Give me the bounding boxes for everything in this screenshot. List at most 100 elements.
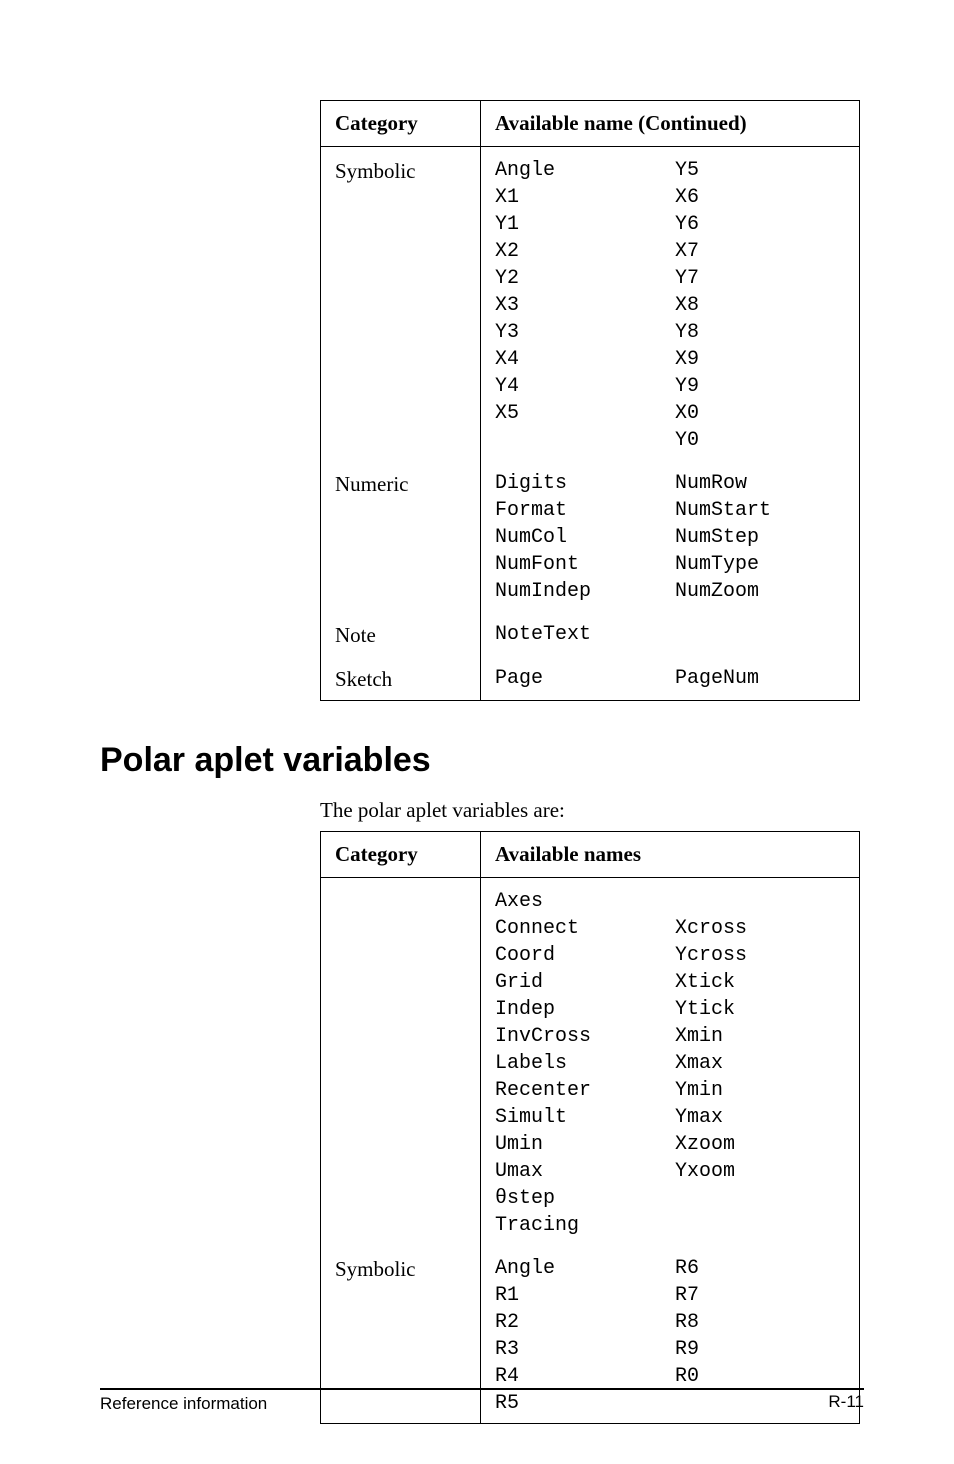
variable-name: X2: [495, 238, 675, 265]
variable-name: X0: [675, 400, 845, 427]
variable-name: X1: [495, 184, 675, 211]
names-column-1: NoteText: [495, 621, 675, 648]
names-column-2: [675, 621, 845, 648]
section-heading: Polar aplet variables: [100, 741, 864, 780]
category-cell: Symbolic: [321, 147, 481, 461]
table-row: Note NoteText: [321, 611, 860, 655]
variable-name: PageNum: [675, 665, 845, 692]
table2-header-names: Available names: [481, 831, 860, 877]
variable-name: R9: [675, 1336, 845, 1363]
variable-name: Y4: [495, 373, 675, 400]
names-column-1: AxesConnectCoordGridIndepInvCrossLabelsR…: [495, 888, 675, 1239]
variable-name: R0: [675, 1363, 845, 1390]
variable-name: Recenter: [495, 1077, 675, 1104]
variable-name: Simult: [495, 1104, 675, 1131]
variable-name: Format: [495, 497, 675, 524]
variable-name: R7: [675, 1282, 845, 1309]
variable-name: Y8: [675, 319, 845, 346]
variable-name: θstep: [495, 1185, 675, 1212]
variable-name: Xzoom: [675, 1131, 845, 1158]
variable-name: NumIndep: [495, 578, 675, 605]
variable-name: Umax: [495, 1158, 675, 1185]
variable-name: Axes: [495, 888, 675, 915]
names-cell: DigitsFormatNumColNumFontNumIndepNumRowN…: [481, 460, 860, 611]
table1-header-names: Available name (Continued): [481, 101, 860, 147]
variable-name: Digits: [495, 470, 675, 497]
variable-name: X7: [675, 238, 845, 265]
variable-name: R1: [495, 1282, 675, 1309]
names-column-1: DigitsFormatNumColNumFontNumIndep: [495, 470, 675, 605]
variable-name: NumFont: [495, 551, 675, 578]
variable-name: X3: [495, 292, 675, 319]
variable-name: Grid: [495, 969, 675, 996]
table-continued: Category Available name (Continued) Symb…: [320, 100, 860, 701]
variable-name: X5: [495, 400, 675, 427]
names-cell: AxesConnectCoordGridIndepInvCrossLabelsR…: [481, 877, 860, 1245]
variable-name: Coord: [495, 942, 675, 969]
variable-name: InvCross: [495, 1023, 675, 1050]
names-cell: AngleX1Y1X2Y2X3Y3X4Y4X5Y5X6Y6X7Y7X8Y8X9Y…: [481, 147, 860, 461]
variable-name: Umin: [495, 1131, 675, 1158]
names-cell: PagePageNum: [481, 655, 860, 700]
variable-name: NumCol: [495, 524, 675, 551]
variable-name: [675, 888, 845, 915]
table-polar: Category Available names AxesConnectCoor…: [320, 831, 860, 1424]
variable-name: Xcross: [675, 915, 845, 942]
table2-header-category: Category: [321, 831, 481, 877]
variable-name: R6: [675, 1255, 845, 1282]
names-column-2: Y5X6Y6X7Y7X8Y8X9Y9X0Y0: [675, 157, 845, 454]
variable-name: Y1: [495, 211, 675, 238]
variable-name: R3: [495, 1336, 675, 1363]
category-cell: Note: [321, 611, 481, 655]
variable-name: Angle: [495, 1255, 675, 1282]
table-row: SketchPagePageNum: [321, 655, 860, 700]
variable-name: Ymax: [675, 1104, 845, 1131]
names-column-1: Page: [495, 665, 675, 692]
variable-name: X4: [495, 346, 675, 373]
variable-name: Y9: [675, 373, 845, 400]
variable-name: NumStart: [675, 497, 845, 524]
variable-name: Y6: [675, 211, 845, 238]
variable-name: Ytick: [675, 996, 845, 1023]
names-column-2: NumRowNumStartNumStepNumTypeNumZoom: [675, 470, 845, 605]
table1-header-category: Category: [321, 101, 481, 147]
variable-name: R8: [675, 1309, 845, 1336]
variable-name: X6: [675, 184, 845, 211]
variable-name: Y5: [675, 157, 845, 184]
intro-text: The polar aplet variables are:: [320, 798, 864, 823]
variable-name: Indep: [495, 996, 675, 1023]
variable-name: NumType: [675, 551, 845, 578]
footer-page-number: R-11: [828, 1389, 864, 1414]
names-column-2: XcrossYcrossXtickYtickXminXmaxYminYmaxXz…: [675, 888, 845, 1239]
variable-name: Y7: [675, 265, 845, 292]
variable-name: X8: [675, 292, 845, 319]
category-cell: [321, 877, 481, 1245]
variable-name: Y0: [675, 427, 845, 454]
variable-name: NoteText: [495, 621, 675, 648]
variable-name: Xmax: [675, 1050, 845, 1077]
variable-name: Y2: [495, 265, 675, 292]
variable-name: Ycross: [675, 942, 845, 969]
variable-name: Xmin: [675, 1023, 845, 1050]
variable-name: NumStep: [675, 524, 845, 551]
variable-name: Ymin: [675, 1077, 845, 1104]
variable-name: R2: [495, 1309, 675, 1336]
names-cell: NoteText: [481, 611, 860, 655]
table-row: AxesConnectCoordGridIndepInvCrossLabelsR…: [321, 877, 860, 1245]
page-footer: Reference information R-11: [100, 1388, 864, 1414]
footer-left: Reference information: [100, 1394, 267, 1414]
variable-name: Angle: [495, 157, 675, 184]
variable-name: Connect: [495, 915, 675, 942]
category-cell: Numeric: [321, 460, 481, 611]
variable-name: Y3: [495, 319, 675, 346]
variable-name: NumZoom: [675, 578, 845, 605]
table-row: NumericDigitsFormatNumColNumFontNumIndep…: [321, 460, 860, 611]
variable-name: R4: [495, 1363, 675, 1390]
variable-name: Page: [495, 665, 675, 692]
names-column-1: AngleX1Y1X2Y2X3Y3X4Y4X5: [495, 157, 675, 454]
names-column-2: PageNum: [675, 665, 845, 692]
variable-name: Labels: [495, 1050, 675, 1077]
category-cell: Sketch: [321, 655, 481, 700]
variable-name: Yxoom: [675, 1158, 845, 1185]
variable-name: NumRow: [675, 470, 845, 497]
